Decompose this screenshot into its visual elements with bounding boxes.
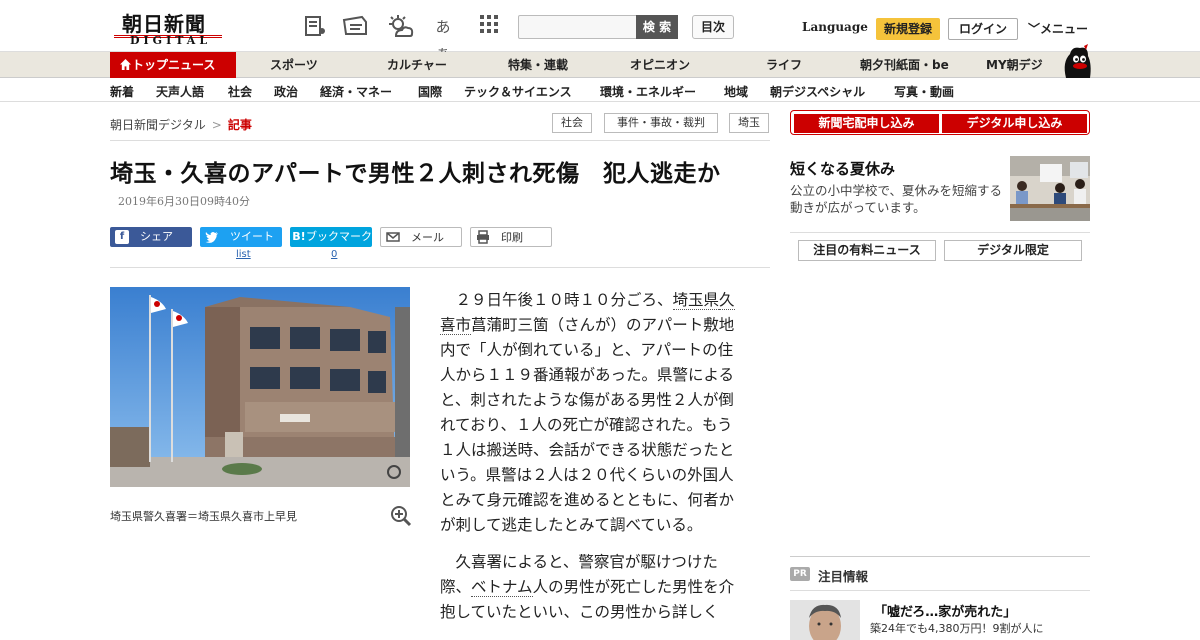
nav-item-top-news[interactable]: トップニュース: [110, 52, 236, 78]
bookmark-count[interactable]: 0: [331, 249, 337, 260]
article-paragraph: ２９日午後１０時１０分ごろ、埼玉県久喜市菖蒲町三箇（さんが）のアパート敷地内で「…: [440, 288, 746, 538]
register-button[interactable]: 新規登録: [876, 18, 940, 40]
nav-item-life[interactable]: ライフ: [766, 52, 802, 78]
asahi-logo[interactable]: 朝日新聞 DIGITAL: [110, 8, 228, 48]
subnav-item-politics[interactable]: 政治: [274, 83, 298, 100]
mail-label: メール: [411, 231, 444, 244]
pr-badge: PR: [790, 567, 810, 581]
subscribe-box: 新聞宅配申し込み デジタル申し込み: [790, 110, 1090, 135]
feature-title[interactable]: 短くなる夏休み: [790, 158, 895, 179]
tab-digital-only[interactable]: デジタル限定: [944, 240, 1082, 261]
article-paragraph: 久喜署によると、警察官が駆けつけた際、ベトナム人の男性が死亡した男性を介抱してい…: [440, 550, 746, 625]
tweet-count[interactable]: list: [236, 249, 251, 260]
language-link[interactable]: Language: [802, 20, 868, 34]
primary-nav: トップニュース スポーツ カルチャー 特集・連載 オピニオン ライフ 朝夕刊紙面…: [0, 52, 1200, 78]
hatena-label: ブックマーク: [306, 230, 372, 243]
article-body: ２９日午後１０時１０分ごろ、埼玉県久喜市菖蒲町三箇（さんが）のアパート敷地内で「…: [440, 288, 746, 637]
photo-caption: 埼玉県警久喜署＝埼玉県久喜市上早見: [110, 510, 297, 523]
subnav-item-photo[interactable]: 写真・動画: [894, 83, 954, 100]
nav-item-paper[interactable]: 朝夕刊紙面・be: [860, 52, 949, 78]
subnav-item-economy[interactable]: 経済・マネー: [320, 83, 392, 100]
tag-society[interactable]: 社会: [552, 113, 592, 133]
tweet-button[interactable]: ツイート: [200, 227, 282, 247]
paragraph-text: 菖蒲町三箇（さんが）のアパート敷地内で「人が倒れている」と、アパートの住人から１…: [440, 316, 735, 534]
print-label: 印刷: [501, 231, 523, 244]
divider: [110, 140, 770, 141]
newspaper-icon[interactable]: [342, 14, 368, 40]
weather-icon[interactable]: [386, 14, 414, 40]
chevron-down-icon: ﹀: [1028, 22, 1041, 36]
breadcrumb-separator: >: [211, 118, 222, 132]
subnav-item-environment[interactable]: 環境・エネルギー: [600, 83, 696, 100]
article-date: 2019年6月30日09時40分: [118, 195, 250, 208]
breadcrumb: 朝日新聞デジタル > 記事: [110, 116, 252, 133]
mail-button[interactable]: メール: [380, 227, 462, 247]
subnav-item-society[interactable]: 社会: [228, 83, 252, 100]
search-button[interactable]: 検 索: [636, 15, 678, 39]
nav-item-opinion[interactable]: オピニオン: [630, 52, 690, 78]
paragraph-text: ２９日午後１０時１０分ごろ、: [455, 291, 673, 309]
subnav-item-region[interactable]: 地域: [724, 83, 748, 100]
nav-item-sports[interactable]: スポーツ: [270, 52, 318, 78]
news-list-icon[interactable]: [302, 14, 328, 40]
zoom-in-icon[interactable]: [390, 505, 412, 527]
print-button[interactable]: 印刷: [470, 227, 552, 247]
logo-main: 朝日新聞: [122, 12, 206, 36]
facebook-share-label: シェア: [140, 230, 173, 243]
nav-item-culture[interactable]: カルチャー: [387, 52, 447, 78]
divider: [790, 590, 1090, 591]
secondary-nav: 新着 天声人語 社会 政治 経済・マネー 国際 テック＆サイエンス 環境・エネル…: [0, 78, 1200, 102]
hatena-icon: B!: [292, 230, 306, 243]
pr-section-title: 注目情報: [818, 569, 869, 584]
text-size-icon[interactable]: あぁ: [430, 14, 456, 62]
tag-saitama[interactable]: 埼玉: [729, 113, 769, 133]
divider: [790, 556, 1090, 557]
divider: [790, 232, 1090, 233]
mail-icon: [386, 232, 400, 242]
breadcrumb-current: 記事: [227, 118, 252, 132]
site-header: 朝日新聞 DIGITAL あぁ 検 索 目次 Language 新規登録 ログイ…: [0, 0, 1200, 62]
nav-item-my-asahi[interactable]: MY朝デジ: [986, 52, 1043, 78]
menu-button[interactable]: ﹀メニュー: [1028, 20, 1088, 37]
grid-menu-icon[interactable]: [476, 14, 502, 40]
facebook-icon: f: [115, 230, 129, 244]
nav-label: トップニュース: [132, 58, 216, 72]
ad-title[interactable]: 「嘘だろ…家が売れた」: [874, 601, 1016, 620]
logo-sub: DIGITAL: [130, 34, 212, 47]
feature-thumbnail[interactable]: [1010, 156, 1090, 221]
subnav-item-new[interactable]: 新着: [110, 83, 134, 100]
login-button[interactable]: ログイン: [948, 18, 1018, 40]
ad-thumbnail[interactable]: [790, 600, 860, 640]
menu-label: メニュー: [1040, 22, 1089, 36]
subnav-item-tensei[interactable]: 天声人語: [156, 83, 204, 100]
index-button[interactable]: 目次: [692, 15, 734, 39]
print-icon: [477, 230, 489, 244]
subnav-item-special[interactable]: 朝デジスペシャル: [770, 83, 865, 100]
hatena-bookmark-button[interactable]: B! ブックマーク: [290, 227, 372, 247]
breadcrumb-home[interactable]: 朝日新聞デジタル: [110, 118, 206, 132]
article-title: 埼玉・久喜のアパートで男性２人刺され死傷 犯人逃走か: [110, 161, 721, 187]
subscribe-digital-button[interactable]: デジタル申し込み: [942, 114, 1087, 133]
home-icon: [120, 59, 131, 70]
keyword-link[interactable]: ベトナム: [471, 578, 533, 597]
article-photo[interactable]: [110, 287, 410, 487]
keyword-link[interactable]: 埼玉県: [672, 291, 720, 310]
nav-item-features[interactable]: 特集・連載: [508, 52, 568, 78]
twitter-icon: [205, 232, 218, 243]
divider: [110, 267, 770, 268]
tag-incident[interactable]: 事件・事故・裁判: [604, 113, 718, 133]
feature-description: 公立の小中学校で、夏休みを短縮する動きが広がっています。: [790, 183, 1003, 215]
ad-subtitle[interactable]: 築24年でも4,380万円！9割が人に: [870, 620, 1044, 636]
tweet-label: ツイート: [230, 230, 274, 243]
tab-paid-news[interactable]: 注目の有料ニュース: [798, 240, 936, 261]
facebook-share-button[interactable]: f シェア: [110, 227, 192, 247]
subscribe-paper-button[interactable]: 新聞宅配申し込み: [794, 114, 939, 133]
mascot-icon[interactable]: [1058, 44, 1092, 78]
subnav-item-tech[interactable]: テック＆サイエンス: [464, 83, 572, 100]
subnav-item-world[interactable]: 国際: [418, 83, 442, 100]
